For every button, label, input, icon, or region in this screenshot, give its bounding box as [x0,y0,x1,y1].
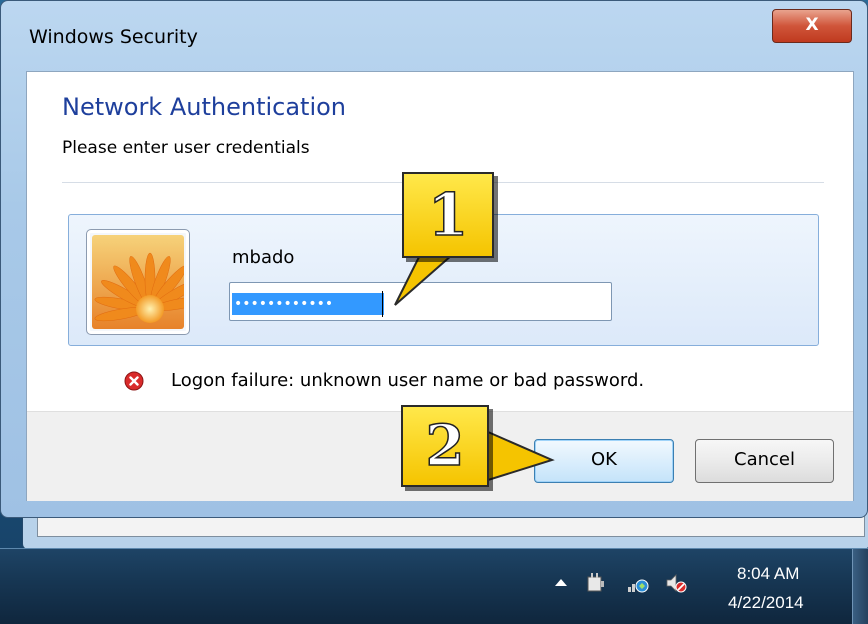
show-desktop-button[interactable] [852,549,868,624]
flower-icon [92,235,184,329]
power-plug-icon[interactable] [584,571,608,595]
cancel-button[interactable]: Cancel [695,439,834,483]
avatar [86,229,190,335]
show-hidden-icons-icon[interactable] [555,579,567,586]
volume-muted-icon[interactable] [664,571,688,595]
clock-time[interactable]: 8:04 AM [737,564,799,584]
network-icon[interactable] [626,571,650,595]
step-2-callout: 2 [401,405,489,487]
page-title: Network Authentication [62,93,347,121]
close-button[interactable]: X [772,9,852,43]
dialog-title: Windows Security [29,26,198,48]
password-value: •••••••••••• [232,293,384,315]
page-subtitle: Please enter user credentials [62,138,310,158]
error-message: Logon failure: unknown user name or bad … [171,370,645,391]
text-caret [382,291,383,317]
title-bar[interactable]: Windows Security X [1,1,868,71]
username-label: mbado [232,247,295,268]
step-1-callout: 1 [402,172,494,258]
clock-date[interactable]: 4/22/2014 [728,593,804,613]
error-icon [124,371,144,391]
ok-button[interactable]: OK [534,439,674,483]
taskbar: 8:04 AM 4/22/2014 [0,548,868,624]
